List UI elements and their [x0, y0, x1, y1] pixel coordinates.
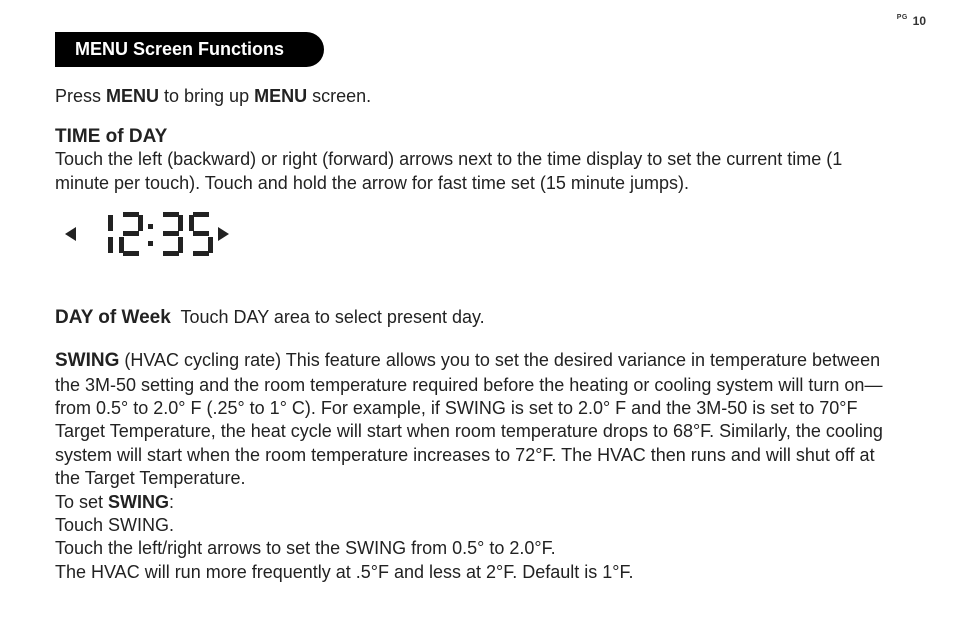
swing-toset-prefix: To set	[55, 492, 108, 512]
page-number-value: 10	[913, 14, 926, 28]
time-colon	[147, 212, 155, 256]
swing-toset-suffix: :	[169, 492, 174, 512]
swing-heading: SWING	[55, 350, 119, 371]
intro-bold-2: MENU	[254, 86, 307, 106]
intro-mid: to bring up	[159, 86, 254, 106]
section-header: MENU Screen Functions	[55, 32, 324, 67]
manual-page: PG 10 MENU Screen Functions Press MENU t…	[0, 0, 954, 618]
swing-line-2: Touch SWING.	[55, 514, 899, 537]
swing-line-4: The HVAC will run more frequently at .5°…	[55, 561, 899, 584]
swing-toset-bold: SWING	[108, 492, 169, 512]
intro-bold-1: MENU	[106, 86, 159, 106]
swing-line-3: Touch the left/right arrows to set the S…	[55, 537, 899, 560]
digit-1	[101, 212, 113, 256]
page-number: PG 10	[897, 14, 926, 28]
day-of-week-heading: DAY of Week	[55, 307, 171, 328]
time-of-day-text: Touch the left (backward) or right (forw…	[55, 148, 899, 195]
digit-4	[189, 212, 213, 256]
digit-3	[159, 212, 183, 256]
time-forward-icon[interactable]	[218, 227, 229, 241]
intro-prefix: Press	[55, 86, 106, 106]
swing-text: (HVAC cycling rate) This feature allows …	[55, 350, 883, 488]
time-control	[65, 210, 899, 258]
digit-2	[119, 212, 143, 256]
time-display	[98, 210, 216, 258]
intro-suffix: screen.	[307, 86, 371, 106]
time-of-day-heading: TIME of DAY	[55, 126, 899, 148]
swing-paragraph: SWING (HVAC cycling rate) This feature a…	[55, 349, 899, 491]
day-of-week-line: DAY of Week Touch DAY area to select pre…	[55, 306, 899, 331]
day-of-week-text: Touch DAY area to select present day.	[171, 307, 485, 327]
swing-toset-line: To set SWING:	[55, 491, 899, 514]
page-number-label: PG	[897, 14, 908, 21]
intro-line: Press MENU to bring up MENU screen.	[55, 85, 899, 108]
time-back-icon[interactable]	[65, 227, 76, 241]
